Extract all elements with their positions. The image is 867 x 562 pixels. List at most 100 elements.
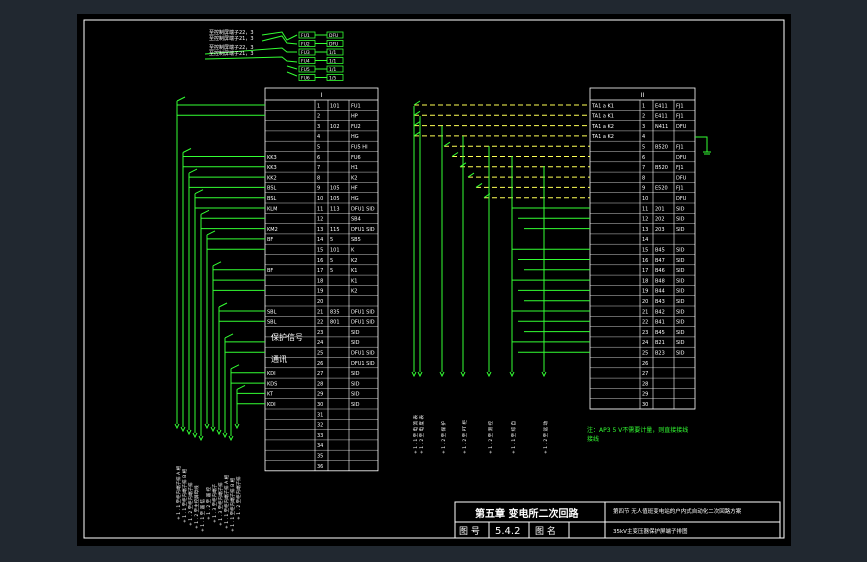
cable-label-left: + 1 . 1 至柜内端子排 B 相 [181, 468, 188, 523]
terminal-destination: K2 [351, 289, 357, 295]
terminal-number: 33 [317, 433, 323, 439]
terminal-wire-id: N411 [655, 124, 668, 130]
terminal-number: 25 [317, 351, 323, 357]
fuse-right-label: 1/1 [329, 59, 336, 65]
wiring-left: + 1 . 1 至柜内端子排 A 相 + 1 . 1 至柜内端子排 B 相 + 1 … [174, 96, 265, 532]
fuse-right-label: 1/1 [329, 67, 336, 73]
terminal-number: 24 [317, 340, 323, 346]
terminal-number: 14 [642, 237, 648, 243]
terminal-destination: K2 [351, 175, 357, 181]
terminal-destination: SID [676, 248, 685, 254]
terminal-destination: SB4 [351, 217, 361, 223]
terminal-number: 17 [642, 268, 648, 274]
terminal-label: KK3 [267, 165, 277, 171]
terminal-wire-id: 203 [655, 227, 665, 233]
fuse-group: 至控制屏端子22，3 至控制屏端子21，3 至控制屏端子22，3 至控制屏端子2… [204, 29, 344, 82]
fuse-right-label: DFU [329, 42, 338, 48]
terminal-wire-id: B45 [655, 248, 665, 254]
terminal-destination: DFU1 SID [351, 309, 375, 315]
terminal-number: 1 [317, 103, 320, 109]
terminal-number: 32 [317, 423, 323, 429]
terminal-destination: SID [676, 227, 685, 233]
terminal-destination: FU5 HI [351, 145, 368, 151]
terminal-wire-id: 105 [330, 196, 340, 202]
terminal-destination: SID [676, 330, 685, 336]
terminal-label: KM2 [267, 227, 278, 233]
cable-label-left: + 1 . 2 至柜内端子排 [235, 476, 242, 520]
terminal-label: TA1 a K2 [591, 134, 614, 140]
terminal-destination: DFU1 SID [351, 320, 375, 326]
terminal-wire-id: B44 [655, 289, 665, 295]
terminal-block-right: II TA1 a K1 1 E411 FJ1 TA1 a K1 2 E411 FJ1 TA1 a … [589, 87, 696, 410]
terminal-number: 12 [642, 217, 648, 223]
terminal-number: 2 [642, 114, 645, 120]
terminal-number: 23 [642, 330, 648, 336]
terminal-number: 17 [317, 268, 323, 274]
cable-label-right: + 1 . 2 至 测 控 [487, 420, 494, 454]
terminal-wire-id: 105 [330, 186, 340, 192]
terminal-destination: DFU1 SID [351, 361, 375, 367]
figure-number-label: 图 号 [459, 526, 480, 537]
terminal-wire-id: B23 [655, 351, 665, 357]
communication-label: 通讯 [271, 354, 287, 364]
terminal-destination: SID [676, 289, 685, 295]
terminal-number: 1 [642, 103, 645, 109]
terminal-number: 19 [317, 289, 323, 295]
cable-label-left: + 1 . 2 至主控屏母线 [193, 485, 200, 529]
cable-label-right: + 1 . 2 至 PT 柜 [461, 420, 468, 454]
terminal-destination: HG [351, 134, 359, 140]
terminal-wire-id: B41 [655, 320, 665, 326]
terminal-number: 30 [642, 402, 648, 408]
terminal-number: 18 [317, 278, 323, 284]
terminal-number: 7 [642, 165, 645, 171]
terminal-destination: K1 [351, 278, 357, 284]
wiring-right: + 1 . 1 至 电 流 表 + 1 . 2 至 电 度 表 + 1 . 2 至 … [411, 100, 711, 454]
terminal-label: KDI [267, 402, 276, 408]
terminal-label: KDI [267, 371, 276, 377]
terminal-number: 36 [317, 464, 323, 470]
terminal-number: 15 [317, 248, 323, 254]
terminal-number: 4 [317, 134, 320, 140]
fuse-label: FU2 [301, 42, 310, 48]
terminal-number: 16 [642, 258, 648, 264]
left-block-header: I [321, 92, 323, 99]
terminal-number: 28 [317, 381, 323, 387]
terminal-label: BSL [267, 196, 277, 202]
terminal-number: 13 [317, 227, 323, 233]
terminal-label: TA1 a K1 [591, 103, 614, 109]
fuse-right-label: 1/5 [329, 76, 336, 82]
terminal-label: KK2 [267, 175, 277, 181]
terminal-number: 7 [317, 165, 320, 171]
terminal-number: 21 [642, 309, 648, 315]
cable-label-right: + 1 . 2 至 保 护 [440, 420, 447, 454]
terminal-destination: H1 [351, 165, 358, 171]
cable-label-left: + 1 . 2 至柜内端子排 [187, 482, 194, 526]
terminal-destination: SID [676, 320, 685, 326]
cable-label-left: + 1 . 1 至 遥 信 [199, 498, 206, 532]
terminal-label: SBL [267, 320, 277, 326]
terminal-destination: SID [351, 402, 360, 408]
cable-label-left: + 1 . 3 至柜内端子 [211, 483, 218, 523]
terminal-number: 11 [317, 206, 323, 212]
terminal-number: 12 [317, 217, 323, 223]
terminal-label: BF [267, 237, 273, 243]
terminal-wire-id: B43 [655, 299, 665, 305]
terminal-number: 11 [642, 206, 648, 212]
fuse-label: FU4 [301, 59, 310, 65]
supply-label-4: 至控制屏端子21，3 [209, 50, 254, 57]
terminal-number: 22 [317, 320, 323, 326]
terminal-number: 10 [642, 196, 648, 202]
terminal-destination: DFU [676, 175, 687, 181]
terminal-wire-id: B520 [655, 165, 668, 171]
terminal-number: 19 [642, 289, 648, 295]
terminal-number: 28 [642, 381, 648, 387]
terminal-wire-id: E520 [655, 186, 668, 192]
title-block: 第五章 变电所二次回路 第四节 无人值班变电站的户内式自动化二次回路方案 图 号… [454, 501, 781, 539]
protection-signal-label: 保护信号 [271, 332, 303, 342]
terminal-destination: K [351, 248, 355, 254]
terminal-number: 20 [642, 299, 648, 305]
fuse-right-label: DFU [329, 33, 338, 39]
terminal-wire-id: 5 [330, 258, 333, 264]
cable-label-left: + 1 . 2 至 遥 控 [205, 486, 212, 520]
terminal-number: 24 [642, 340, 648, 346]
